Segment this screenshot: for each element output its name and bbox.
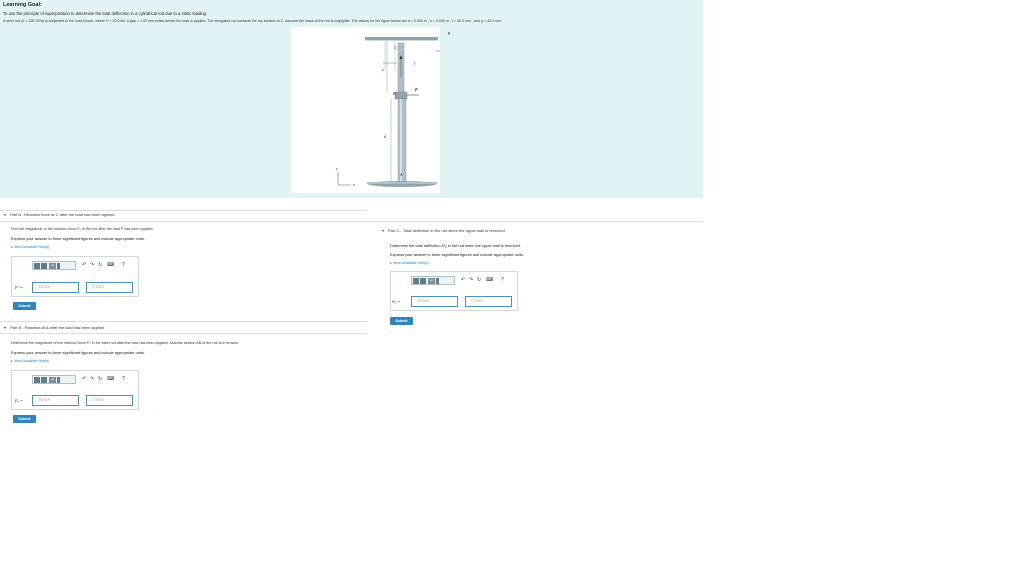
redo-icon[interactable]: ↷ bbox=[469, 277, 473, 284]
keyboard-icon[interactable]: ⌨ bbox=[107, 262, 114, 269]
part-b-hint-link[interactable]: ▸ View Available Hint(s) bbox=[11, 359, 49, 363]
part-a-hint-link[interactable]: ▸ View Available Hint(s) bbox=[11, 245, 49, 249]
collapse-icon: ▾ bbox=[382, 228, 385, 233]
fraction-icon[interactable] bbox=[41, 263, 47, 269]
part-b-units-input[interactable]: Units bbox=[86, 395, 133, 406]
part-b-submit-button[interactable]: Submit bbox=[13, 415, 36, 423]
sep bbox=[57, 263, 60, 269]
template-icon[interactable] bbox=[34, 263, 40, 269]
undo-icon[interactable]: ↶ bbox=[82, 262, 86, 269]
divider bbox=[0, 333, 367, 334]
part-a-value-input[interactable]: Value bbox=[32, 282, 79, 293]
part-c-question: Determine the total deflection δᶜₐ in th… bbox=[390, 243, 521, 248]
part-c-submit-button[interactable]: Submit bbox=[390, 317, 413, 325]
part-b-question: Determine the magnitude of the reaction … bbox=[11, 341, 240, 345]
template-icon[interactable] bbox=[413, 278, 419, 284]
math-toolbar: μA bbox=[411, 276, 455, 285]
collapse-icon: ▾ bbox=[4, 325, 7, 330]
keyboard-icon[interactable]: ⌨ bbox=[486, 277, 493, 284]
part-a-variable: Fᶜ = bbox=[15, 285, 23, 290]
fraction-icon[interactable] bbox=[420, 278, 426, 284]
part-b-header[interactable]: ▾ Part B - Reaction at A after the load h… bbox=[4, 325, 104, 330]
label-g: g bbox=[448, 30, 450, 35]
divider bbox=[367, 221, 703, 222]
greek-icon[interactable]: μA bbox=[428, 278, 435, 284]
math-toolbar: μA bbox=[32, 375, 76, 384]
collapse-icon: ▾ bbox=[4, 212, 7, 217]
label-d: d bbox=[384, 134, 386, 139]
divider bbox=[0, 210, 367, 211]
rod-figure: C e f g B P d A y x bbox=[291, 27, 450, 193]
label-f: f bbox=[414, 60, 416, 65]
help-icon[interactable]: ? bbox=[122, 262, 125, 269]
part-c-header[interactable]: ▾ Part C - Total deflection in the rod wh… bbox=[382, 228, 505, 233]
part-c-hint-link[interactable]: ▸ View Available Hint(s) bbox=[390, 261, 428, 265]
divider bbox=[0, 221, 367, 222]
part-a-header[interactable]: ▾ Part A - Reaction force at C after the … bbox=[4, 212, 115, 217]
top-wall bbox=[365, 37, 438, 40]
undo-icon[interactable]: ↶ bbox=[82, 376, 86, 383]
label-x: x bbox=[353, 182, 355, 187]
label-y: y bbox=[336, 166, 338, 171]
part-a-answer-panel: μA ↶ ↷ ↻ ⌨ ? Fᶜ = Value Units bbox=[11, 256, 139, 297]
part-a-units-input[interactable]: Units bbox=[86, 282, 133, 293]
sep bbox=[436, 278, 439, 284]
help-icon[interactable]: ? bbox=[122, 376, 125, 383]
greek-icon[interactable]: μA bbox=[49, 377, 56, 383]
keyboard-icon[interactable]: ⌨ bbox=[107, 376, 114, 383]
part-a-express: Express your answer to three significant… bbox=[11, 236, 145, 241]
part-a-question: Find the magnitude of the reaction force… bbox=[11, 227, 154, 231]
learning-goal-panel: Learning Goal: To use the principle of s… bbox=[0, 0, 703, 198]
part-c-variable: δᶜₐ = bbox=[392, 299, 401, 304]
learning-goal-text: To use the principle of superposition to… bbox=[3, 11, 208, 16]
part-b-answer-panel: μA ↶ ↷ ↻ ⌨ ? Fₐ = Value Units bbox=[11, 370, 139, 410]
problem-statement: A steel rod (E = 200 GPa) is subjected t… bbox=[3, 19, 503, 23]
learning-goal-title: Learning Goal: bbox=[3, 2, 42, 8]
label-P: P bbox=[415, 87, 418, 92]
greek-icon[interactable]: μA bbox=[49, 263, 56, 269]
part-b-value-input[interactable]: Value bbox=[32, 395, 79, 406]
redo-icon[interactable]: ↷ bbox=[90, 262, 94, 269]
redo-icon[interactable]: ↷ bbox=[90, 376, 94, 383]
label-e: e bbox=[382, 67, 384, 72]
part-c-answer-panel: μA ↶ ↷ ↻ ⌨ ? δᶜₐ = Value Units bbox=[390, 271, 518, 311]
reset-icon[interactable]: ↻ bbox=[477, 277, 481, 284]
fraction-icon[interactable] bbox=[41, 377, 47, 383]
rod-diagram bbox=[337, 37, 440, 187]
label-C: C bbox=[394, 45, 397, 50]
math-toolbar: μA bbox=[32, 261, 76, 270]
part-c-express: Express your answer to three significant… bbox=[390, 252, 524, 257]
part-a-submit-button[interactable]: Submit bbox=[13, 302, 36, 310]
reset-icon[interactable]: ↻ bbox=[98, 262, 102, 269]
part-c-value-input[interactable]: Value bbox=[411, 296, 458, 307]
label-B: B bbox=[393, 91, 396, 96]
label-A: A bbox=[400, 172, 403, 177]
sep bbox=[57, 377, 60, 383]
reset-icon[interactable]: ↻ bbox=[98, 376, 102, 383]
part-b-express: Express your answer to three significant… bbox=[11, 350, 145, 355]
divider bbox=[0, 321, 367, 322]
undo-icon[interactable]: ↶ bbox=[461, 277, 465, 284]
help-icon[interactable]: ? bbox=[501, 277, 504, 284]
part-c-units-input[interactable]: Units bbox=[465, 296, 512, 307]
template-icon[interactable] bbox=[34, 377, 40, 383]
part-b-variable: Fₐ = bbox=[15, 398, 23, 403]
